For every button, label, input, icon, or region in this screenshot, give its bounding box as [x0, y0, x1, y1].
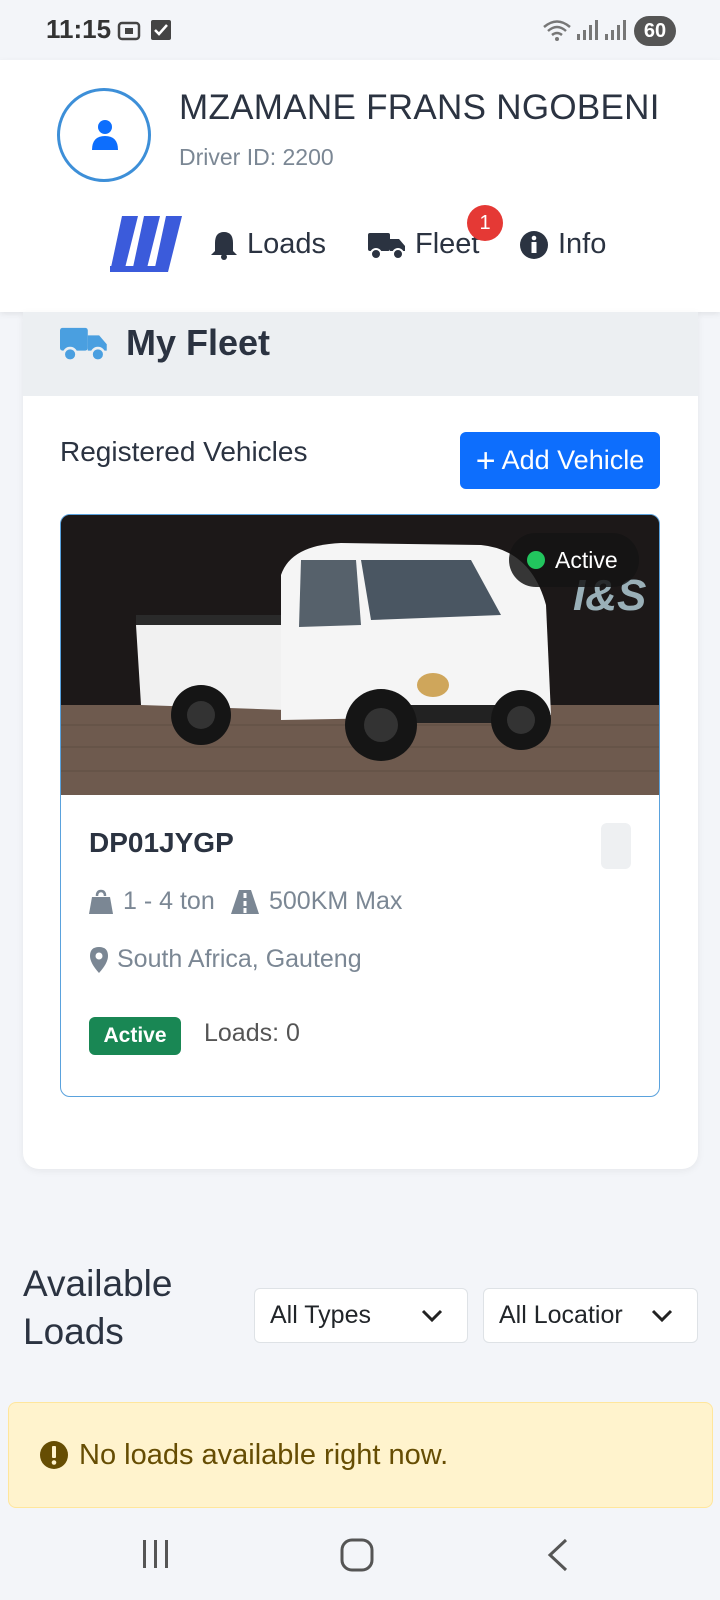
nav-info[interactable]: Info: [519, 228, 606, 261]
truck-icon: [368, 232, 405, 260]
fleet-notification-badge: 1: [467, 205, 503, 241]
available-loads-title-line1: Available: [23, 1263, 173, 1304]
bell-icon: [211, 231, 237, 260]
vehicle-status-pill-label: Active: [555, 546, 618, 573]
add-vehicle-label: Add Vehicle: [501, 445, 645, 475]
exclamation-circle-icon: [40, 1441, 68, 1469]
system-nav-bar: [0, 1510, 720, 1600]
vehicle-plate: DP01JYGP: [89, 827, 234, 858]
vehicle-range: 500KM Max: [231, 887, 402, 916]
vehicle-photo: I&S Active: [61, 515, 659, 795]
fleet-card: My Fleet Registered Vehicles + Add Vehic…: [23, 312, 698, 1169]
driver-name: MZAMANE FRANS NGOBENI: [179, 88, 660, 127]
vehicle-range-label: 500KM Max: [269, 887, 403, 915]
user-icon: [92, 120, 118, 150]
weight-icon: [89, 889, 113, 914]
status-dot-icon: [527, 551, 545, 569]
location-filter-select[interactable]: All Locatior: [483, 1288, 698, 1343]
status-time: 11:15: [46, 14, 112, 44]
location-filter-value: All Locatior: [499, 1301, 623, 1329]
add-vehicle-button[interactable]: + Add Vehicle: [460, 432, 660, 489]
fleet-title: My Fleet: [126, 322, 271, 363]
nav-info-label: Info: [558, 228, 607, 260]
no-loads-alert: No loads available right now.: [8, 1402, 713, 1508]
vehicle-capacity-label: 1 - 4 ton: [123, 887, 215, 915]
vehicle-options-button[interactable]: [601, 823, 631, 869]
screen-record-icon: [117, 21, 141, 41]
vehicle-location-label: South Africa, Gauteng: [117, 945, 362, 973]
battery-indicator: 60: [634, 16, 676, 46]
recent-apps-icon[interactable]: [140, 1538, 172, 1570]
status-bar: 11:15 60: [0, 0, 720, 60]
available-loads-title: Available Loads: [23, 1260, 172, 1356]
location-pin-icon: [90, 946, 108, 973]
nav-loads-label: Loads: [247, 228, 327, 260]
signal-icon: [577, 20, 598, 40]
back-icon[interactable]: [546, 1538, 570, 1572]
app-logo[interactable]: [110, 214, 182, 274]
app-header: MZAMANE FRANS NGOBENI Driver ID: 2200 Lo…: [0, 60, 720, 312]
vehicle-capacity: 1 - 4 ton: [89, 887, 215, 916]
type-filter-value: All Types: [270, 1301, 371, 1329]
truck-icon: [60, 327, 107, 362]
avatar[interactable]: [57, 88, 151, 182]
vehicle-location: South Africa, Gauteng: [89, 945, 362, 974]
registered-vehicles-label: Registered Vehicles: [60, 436, 308, 467]
chevron-down-icon: [651, 1309, 673, 1323]
signal-icon-2: [605, 20, 626, 40]
nav-loads[interactable]: Loads: [210, 228, 326, 261]
wifi-icon: [543, 20, 571, 41]
vehicle-card[interactable]: I&S Active DP01JYGP 1 - 4 ton 500KM Max …: [60, 514, 660, 1097]
info-icon: [520, 230, 548, 259]
checkbox-notification-icon: [151, 20, 171, 40]
home-icon[interactable]: [340, 1538, 374, 1572]
no-loads-message: No loads available right now.: [79, 1438, 449, 1471]
type-filter-select[interactable]: All Types: [254, 1288, 468, 1343]
vehicle-status-pill: Active: [509, 533, 639, 587]
chevron-down-icon: [421, 1309, 443, 1323]
available-loads-title-line2: Loads: [23, 1311, 124, 1352]
vehicle-loads-count: Loads: 0: [204, 1019, 300, 1047]
status-badge: Active: [89, 1017, 181, 1055]
nav-fleet[interactable]: Fleet: [368, 228, 479, 261]
driver-id: Driver ID: 2200: [179, 144, 334, 170]
fleet-card-header: My Fleet: [23, 312, 698, 396]
road-icon: [231, 889, 259, 914]
plus-icon: +: [475, 441, 496, 480]
